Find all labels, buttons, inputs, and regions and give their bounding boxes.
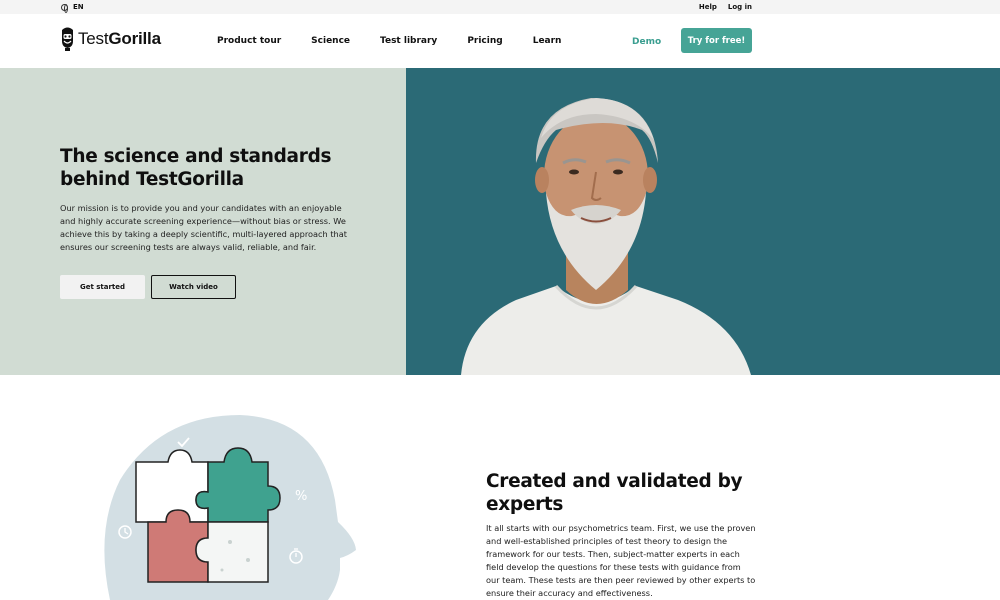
brand-name-light: Test bbox=[78, 29, 109, 48]
nav-item-learn[interactable]: Learn bbox=[533, 36, 562, 46]
language-label: EN bbox=[73, 3, 84, 11]
utility-links: Help Log in bbox=[699, 3, 752, 11]
section-description: It all starts with our psychometrics tea… bbox=[486, 523, 756, 598]
login-link[interactable]: Log in bbox=[728, 3, 752, 11]
watch-video-button[interactable]: Watch video bbox=[151, 275, 236, 299]
brand-name-bold: Gorilla bbox=[108, 29, 161, 48]
nav-menu: Product tour Science Test library Pricin… bbox=[217, 36, 591, 46]
percent-icon: % bbox=[295, 489, 307, 504]
hero-title: The science and standards behind TestGor… bbox=[60, 146, 332, 190]
head-puzzle-illustration: % bbox=[104, 415, 356, 600]
hero-portrait bbox=[461, 98, 751, 375]
main-nav: TestGorilla Product tour Science Test li… bbox=[0, 14, 1000, 68]
language-selector[interactable]: EN bbox=[61, 3, 84, 13]
nav-item-product-tour[interactable]: Product tour bbox=[217, 36, 281, 46]
nav-item-test-library[interactable]: Test library bbox=[380, 36, 437, 46]
brand-name: TestGorilla bbox=[78, 29, 161, 49]
help-link[interactable]: Help bbox=[699, 3, 717, 11]
try-for-free-button[interactable]: Try for free! bbox=[681, 28, 752, 53]
gorilla-logo-icon bbox=[62, 27, 73, 51]
brand-logo[interactable]: TestGorilla bbox=[60, 26, 161, 52]
hero-image-panel bbox=[406, 68, 1000, 375]
puzzle-pieces bbox=[135, 447, 281, 583]
nav-item-science[interactable]: Science bbox=[311, 36, 350, 46]
section-title: Created and validated by experts bbox=[486, 471, 743, 515]
nav-item-pricing[interactable]: Pricing bbox=[467, 36, 502, 46]
get-started-button[interactable]: Get started bbox=[60, 275, 145, 299]
globe-icon bbox=[61, 3, 68, 13]
utility-bar: EN Help Log in bbox=[0, 0, 1000, 14]
hero-description: Our mission is to provide you and your c… bbox=[60, 203, 347, 252]
demo-link[interactable]: Demo bbox=[632, 37, 661, 47]
